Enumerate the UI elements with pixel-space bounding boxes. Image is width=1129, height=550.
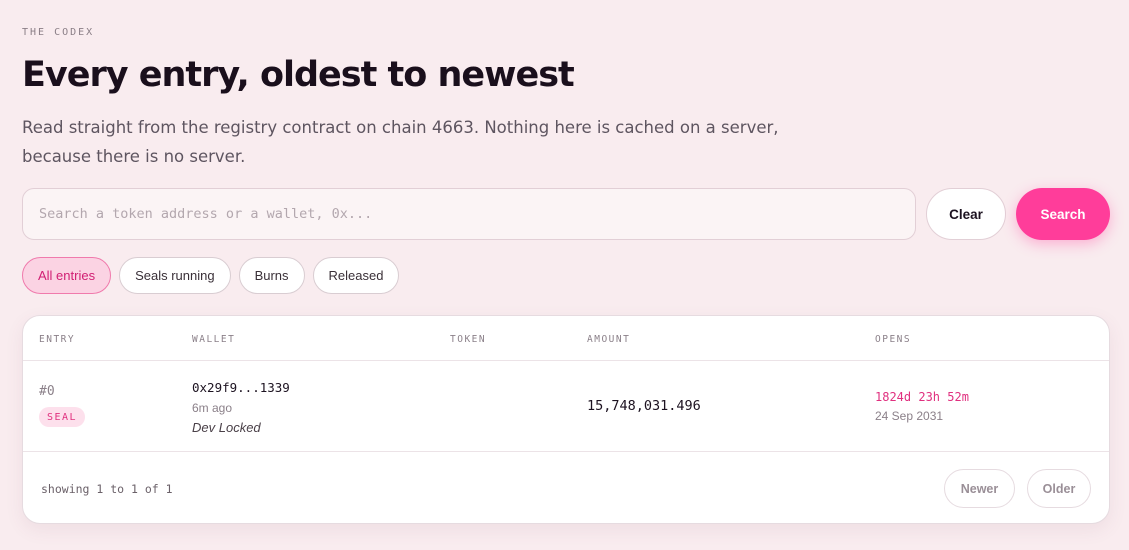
column-header-amount: AMOUNT [587, 334, 631, 345]
search-input[interactable] [22, 188, 916, 240]
entry-type-badge: SEAL [39, 407, 86, 427]
filter-burns[interactable]: Burns [238, 257, 305, 294]
column-header-wallet: WALLET [192, 334, 236, 345]
page-title: Every entry, oldest to newest [22, 55, 575, 95]
column-header-entry: ENTRY [39, 334, 76, 345]
filter-seals-running[interactable]: Seals running [119, 257, 231, 294]
table-header: ENTRY WALLET TOKEN AMOUNT OPENS [23, 316, 1109, 361]
table-row[interactable]: #0 SEAL 0x29f9...1339 6m ago Dev Locked … [23, 361, 1109, 452]
pagination-summary: showing 1 to 1 of 1 [41, 482, 173, 496]
filter-all-entries[interactable]: All entries [22, 257, 112, 294]
filter-released[interactable]: Released [312, 257, 400, 294]
opens-date: 24 Sep 2031 [875, 409, 944, 423]
entries-table: ENTRY WALLET TOKEN AMOUNT OPENS #0 SEAL … [22, 315, 1110, 524]
entry-id: #0 [39, 384, 55, 399]
wallet-address[interactable]: 0x29f9...1339 [192, 380, 290, 395]
entry-note: Dev Locked [192, 420, 261, 435]
entry-timestamp: 6m ago [192, 401, 233, 415]
column-header-token: TOKEN [450, 334, 487, 345]
page-eyebrow: THE CODEX [22, 27, 95, 38]
clear-button[interactable]: Clear [926, 188, 1006, 240]
column-header-opens: OPENS [875, 334, 912, 345]
older-button[interactable]: Older [1027, 469, 1091, 508]
entry-amount: 15,748,031.496 [587, 398, 701, 414]
newer-button[interactable]: Newer [944, 469, 1015, 508]
search-button[interactable]: Search [1016, 188, 1110, 240]
page-subtitle: Read straight from the registry contract… [22, 118, 779, 166]
filter-chips: All entries Seals running Burns Released [22, 257, 400, 294]
opens-countdown: 1824d 23h 52m [875, 390, 969, 404]
